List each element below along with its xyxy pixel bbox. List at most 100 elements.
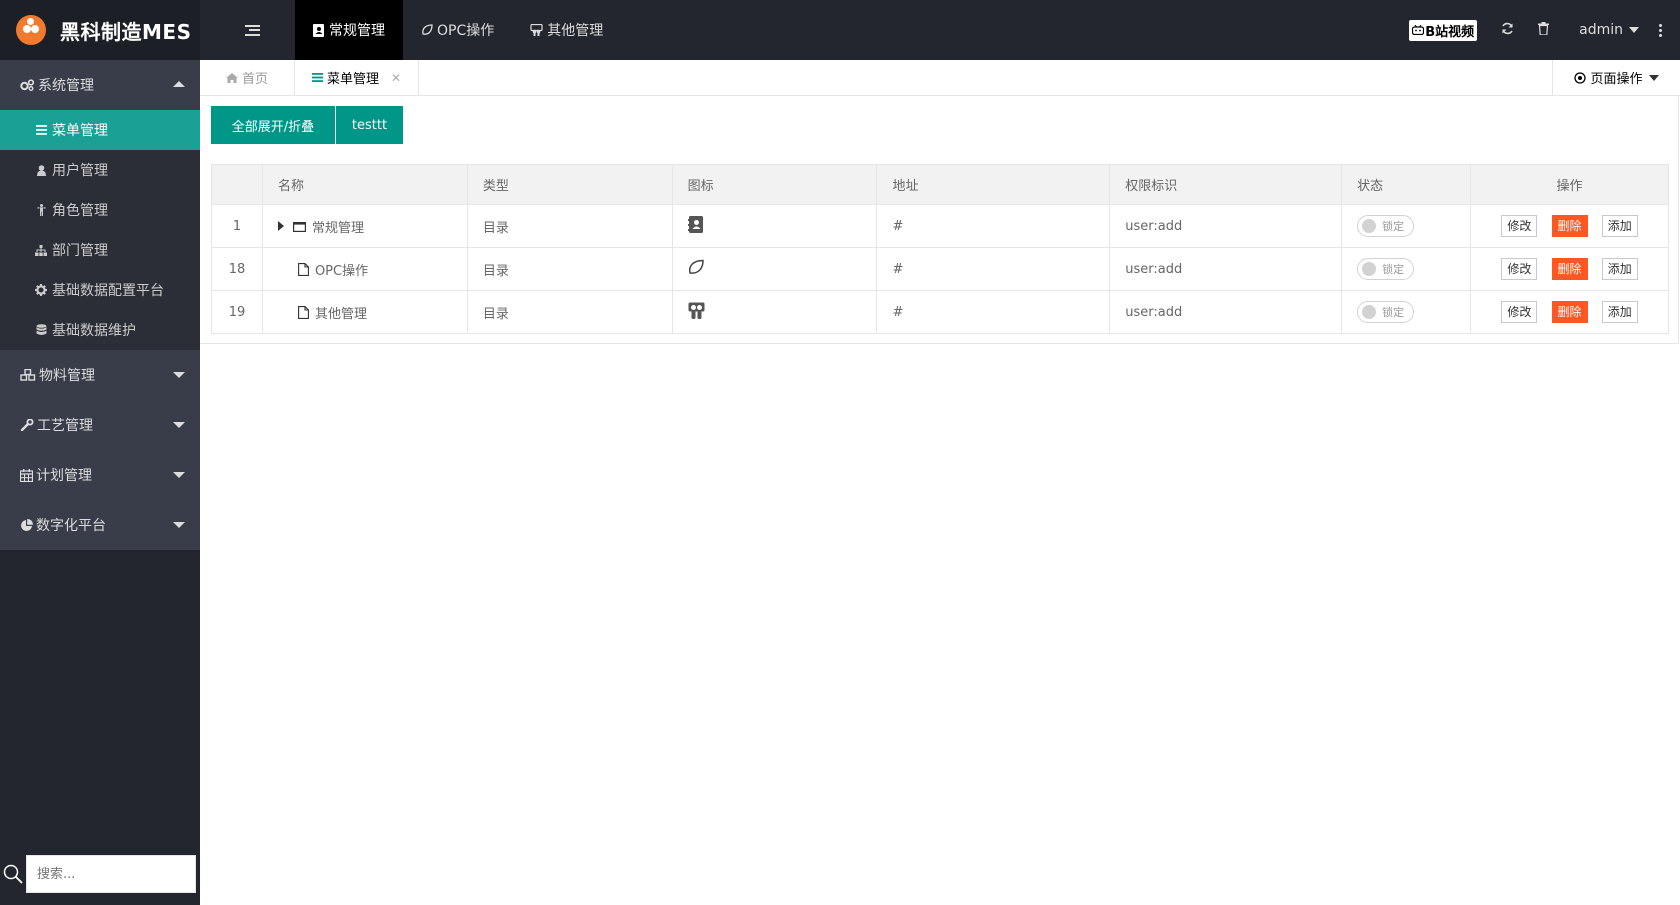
top-header: 黑科制造MES 常规管理 OPC操作 其他管理 B站视频 admin (0, 0, 1680, 60)
topnav-item-changgui[interactable]: 常规管理 (295, 0, 403, 60)
file-icon (298, 305, 309, 319)
user-menu[interactable]: admin (1561, 0, 1649, 60)
column-header: 类型 (466, 164, 673, 205)
tabs-bar: 首页 菜单管理 ✕ 页面操作 (200, 60, 1680, 96)
app-title: 黑科制造MES (60, 19, 192, 44)
sidebar-search (0, 855, 200, 893)
main-content: 全部展开/折叠 testtt 名称 类型 图标 地址 权限标识 状态 操作 1 … (200, 96, 1680, 905)
switch-knob (1362, 305, 1377, 319)
row-type: 目录 (466, 247, 673, 291)
add-button[interactable]: 添加 (1601, 215, 1638, 237)
topnav-item-opc[interactable]: OPC操作 (403, 0, 512, 60)
folder-icon (292, 221, 306, 232)
add-button[interactable]: 添加 (1601, 258, 1638, 280)
row-icon-cell (671, 290, 878, 334)
switch-knob (1362, 219, 1377, 233)
status-switch[interactable]: 锁定 (1357, 301, 1415, 323)
caret-down-icon (173, 472, 185, 478)
dot-circle-icon (1574, 71, 1587, 84)
row-type: 目录 (466, 290, 673, 334)
sidebar-search-input[interactable] (26, 855, 196, 893)
expand-arrow-icon[interactable] (277, 221, 284, 231)
edit-button[interactable]: 修改 (1501, 301, 1538, 323)
search-icon[interactable] (0, 864, 26, 884)
menu-panel: 全部展开/折叠 testtt 名称 类型 图标 地址 权限标识 状态 操作 1 … (200, 96, 1679, 344)
sidebar-item-label: 基础数据配置平台 (52, 283, 164, 299)
sidebar-group-process[interactable]: 工艺管理 (0, 400, 200, 450)
delete-button[interactable]: 删除 (1551, 301, 1588, 323)
topnav-item-other[interactable]: 其他管理 (512, 0, 621, 60)
column-header (211, 164, 263, 205)
tab-menu-management[interactable]: 菜单管理 ✕ (295, 60, 419, 95)
sidebar-group-label: 物料管理 (39, 368, 95, 384)
refresh-button[interactable] (1489, 0, 1526, 60)
pie-chart-icon (20, 518, 33, 532)
gear-icon (35, 284, 47, 296)
tab-label: 首页 (241, 72, 268, 87)
sidebar-item-basic-config[interactable]: 基础数据配置平台 (0, 270, 200, 310)
caret-down-icon (173, 522, 185, 528)
username: admin (1579, 22, 1623, 38)
status-switch[interactable]: 锁定 (1357, 258, 1415, 280)
testtt-button[interactable]: testtt (336, 106, 403, 144)
column-header: 名称 (261, 164, 468, 205)
sidebar-item-departments[interactable]: 部门管理 (0, 230, 200, 270)
page-operations-dropdown[interactable]: 页面操作 (1552, 60, 1680, 95)
row-status-cell: 锁定 (1341, 290, 1472, 334)
trash-icon (1538, 21, 1550, 39)
leaf-icon (688, 259, 704, 275)
more-vertical-icon (1659, 23, 1662, 37)
sidebar-item-basic-data[interactable]: 基础数据维护 (0, 310, 200, 350)
clear-cache-button[interactable] (1526, 0, 1561, 60)
table-row: 19 其他管理 目录 # user:add 锁定 修改 删除 添加 (211, 290, 1669, 334)
edit-button[interactable]: 修改 (1501, 215, 1538, 237)
status-switch[interactable]: 锁定 (1357, 215, 1415, 237)
row-permission: user:add (1109, 290, 1343, 334)
bilibili-badge: B站视频 (1409, 19, 1478, 41)
name-cell: 常规管理 (261, 204, 468, 248)
close-icon[interactable]: ✕ (391, 71, 401, 85)
caret-down-icon (1629, 27, 1639, 33)
sidebar-item-users[interactable]: 用户管理 (0, 150, 200, 190)
bilibili-link[interactable]: B站视频 (1397, 0, 1489, 60)
row-actions: 修改 删除 添加 (1470, 247, 1669, 291)
row-permission: user:add (1109, 204, 1343, 248)
table-row: 18 OPC操作 目录 # user:add 锁定 修改 删除 添加 (211, 247, 1669, 291)
gears-icon (20, 79, 35, 91)
sidebar-group-digital[interactable]: 数字化平台 (0, 500, 200, 550)
delete-button[interactable]: 删除 (1551, 258, 1588, 280)
topnav-item-label: 常规管理 (329, 23, 385, 39)
tab-home[interactable]: 首页 (200, 60, 295, 95)
table-row: 1 常规管理 目录 # user:add 锁定 修改 删除 添加 (211, 204, 1669, 248)
sidebar-group-label: 数字化平台 (36, 518, 106, 534)
more-button[interactable] (1649, 0, 1680, 60)
cubes-icon (20, 369, 36, 381)
user-icon (35, 164, 47, 176)
sidebar-item-menu[interactable]: 菜单管理 (0, 110, 200, 150)
column-header: 图标 (671, 164, 878, 205)
row-icon-cell (671, 247, 878, 291)
address-book-icon (313, 23, 325, 37)
sidebar-toggle-button[interactable] (230, 0, 274, 60)
logo[interactable]: 黑科制造MES (0, 0, 200, 60)
sidebar-item-label: 菜单管理 (52, 123, 108, 139)
menu-fold-icon (244, 24, 260, 36)
row-href: # (876, 247, 1111, 291)
sidebar-group-label: 计划管理 (36, 468, 92, 484)
switch-label: 锁定 (1382, 220, 1405, 233)
list-icon (35, 125, 47, 135)
edit-button[interactable]: 修改 (1501, 258, 1538, 280)
table-header-row: 名称 类型 图标 地址 权限标识 状态 操作 (211, 164, 1669, 205)
expand-collapse-button[interactable]: 全部展开/折叠 (211, 106, 335, 144)
sidebar-group-system[interactable]: 系统管理 (0, 60, 200, 110)
delete-button[interactable]: 删除 (1551, 215, 1588, 237)
sidebar-group-plan[interactable]: 计划管理 (0, 450, 200, 500)
name-cell: OPC操作 (261, 247, 468, 291)
switch-knob (1362, 262, 1377, 276)
topnav-item-label: OPC操作 (437, 23, 495, 39)
topnav-item-label: 其他管理 (547, 23, 604, 39)
sidebar-group-materials[interactable]: 物料管理 (0, 350, 200, 400)
sidebar-item-roles[interactable]: 角色管理 (0, 190, 200, 230)
add-button[interactable]: 添加 (1601, 301, 1638, 323)
logo-icon (16, 15, 46, 45)
